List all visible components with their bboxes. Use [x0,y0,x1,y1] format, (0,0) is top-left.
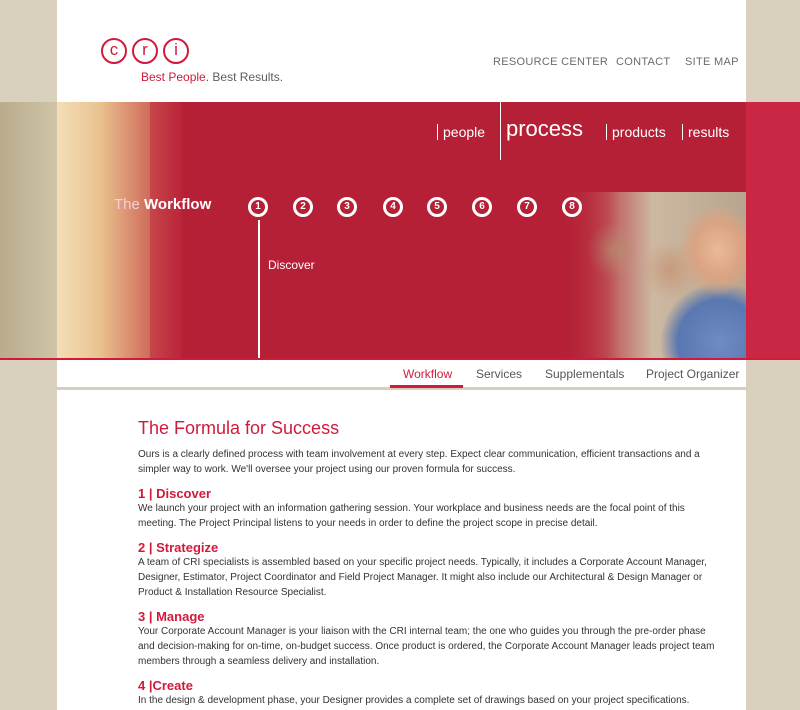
main-content: The Formula for Success Ours is a clearl… [57,390,746,710]
section-body: In the design & development phase, your … [138,695,690,706]
step-1-button[interactable]: 1 [248,197,268,217]
subnav-services[interactable]: Services [476,367,522,381]
section-body: A team of CRI specialists is assembled b… [138,557,707,598]
subnav-project-organizer[interactable]: Project Organizer [646,367,739,381]
topnav-resource-center[interactable]: RESOURCE CENTER [493,56,608,68]
step-5-button[interactable]: 5 [427,197,447,217]
step-indicator-line [258,220,260,360]
hero-banner: people process products results The Work… [0,102,800,360]
section-body: We launch your project with an informati… [138,503,685,529]
step-2-button[interactable]: 2 [293,197,313,217]
section-heading: 4 |Create [138,678,193,693]
section-heading: 3 | Manage [138,609,205,624]
mainnav-people-label: people [443,124,486,140]
hero-left-panel [0,102,57,360]
topnav-site-map[interactable]: SITE MAP [685,56,739,68]
current-step-label: Discover [268,258,315,272]
content-body: The Formula for Success Ours is a clearl… [138,418,718,708]
mainnav-results[interactable]: results [682,124,729,140]
photo-fade [560,192,620,360]
intro-paragraph: Ours is a clearly defined process with t… [138,449,700,475]
subnav-workflow[interactable]: Workflow [403,367,452,381]
mainnav-active-line [500,102,501,160]
logo-letter-r: r [132,38,158,64]
mainnav-process[interactable]: process [506,116,583,142]
step-6-button[interactable]: 6 [472,197,492,217]
logo-letter-c: c [101,38,127,64]
logo-letter-i: i [163,38,189,64]
step-8-button[interactable]: 8 [562,197,582,217]
workflow-title-workflow: Workflow [144,196,212,213]
logo-tagline: Best People. Best Results. [141,70,283,84]
cri-logo[interactable]: c r i [101,38,191,68]
workflow-title-the: The [114,196,140,213]
mainnav-people[interactable]: people [437,124,485,140]
divider [437,124,438,140]
page-title: The Formula for Success [138,418,340,438]
step-4-button[interactable]: 4 [383,197,403,217]
divider [682,124,683,140]
section-heading: 2 | Strategize [138,540,219,555]
section-heading: 1 | Discover [138,486,212,501]
step-7-button[interactable]: 7 [517,197,537,217]
tagline-best-results: Best Results. [212,70,284,84]
hero-stripe [150,102,182,360]
hero-right-panel [746,102,800,360]
tagline-best-people: Best People. [141,70,210,84]
mainnav-products-label: products [612,124,666,140]
divider [606,124,607,140]
subnav-active-indicator [390,385,463,388]
step-3-button[interactable]: 3 [337,197,357,217]
workflow-title: The Workflow [114,196,211,213]
topnav-contact[interactable]: CONTACT [616,56,670,68]
subnav-supplementals[interactable]: Supplementals [545,367,624,381]
sub-navigation: Workflow Services Supplementals Project … [57,360,746,390]
site-header: c r i Best People. Best Results. RESOURC… [57,0,746,102]
section-body: Your Corporate Account Manager is your l… [138,626,715,667]
mainnav-results-label: results [688,124,730,140]
mainnav-products[interactable]: products [606,124,666,140]
